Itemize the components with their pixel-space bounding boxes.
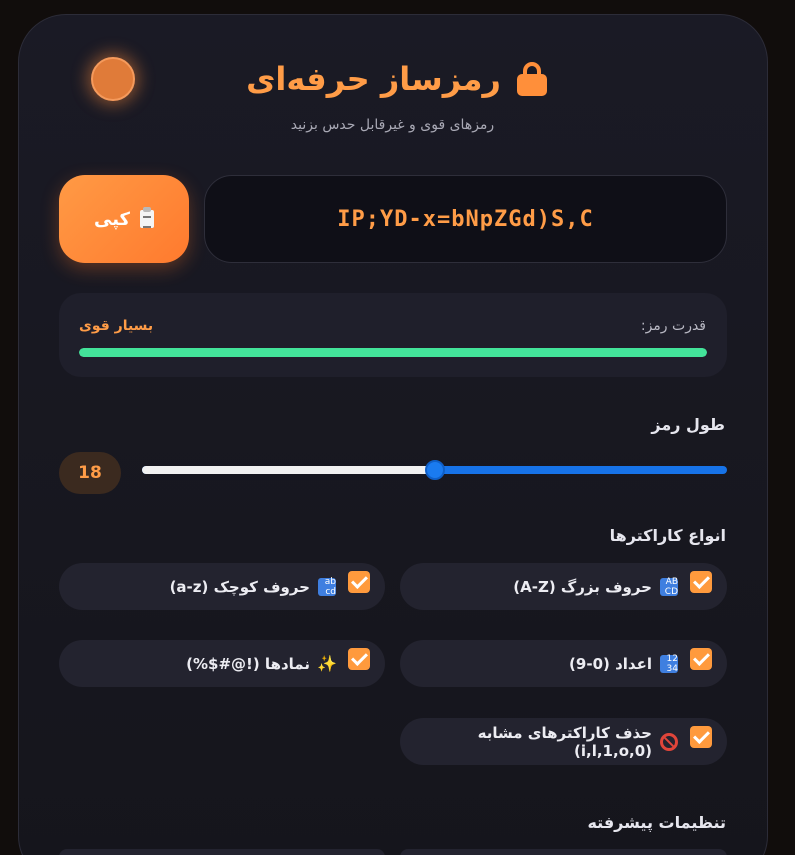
strength-value: بسیار قوی: [79, 318, 154, 334]
advanced-settings-title: تنظیمات پیشرفته: [587, 813, 726, 832]
clipboard-icon: [140, 207, 155, 228]
strength-label: قدرت رمز:: [640, 318, 706, 334]
option-exclude-similar[interactable]: حذف کاراکترهای مشابه (i,l,1,o,0): [400, 718, 727, 765]
strength-panel: قدرت رمز: بسیار قوی: [59, 293, 727, 377]
length-slider[interactable]: [142, 460, 727, 480]
numbers-checkbox[interactable]: [690, 647, 712, 670]
char-types-title: انواع کاراکترها: [609, 526, 726, 545]
option-label: اعداد (0-9): [569, 654, 652, 673]
header: رمزساز حرفه‌ای: [0, 60, 795, 98]
symbols-checkbox[interactable]: [348, 647, 370, 670]
lowercase-abcd-icon: ab cd: [318, 577, 336, 597]
option-uppercase[interactable]: AB CD حروف بزرگ (A-Z): [400, 563, 727, 610]
option-lowercase[interactable]: ab cd حروف کوچک (a-z): [59, 563, 385, 610]
password-output[interactable]: IP;YD-x=bNpZGd)S,C: [204, 175, 727, 263]
option-numbers[interactable]: 12 34 اعداد (0-9): [400, 640, 727, 687]
option-label: حروف بزرگ (A-Z): [513, 577, 652, 596]
lock-icon: [515, 62, 549, 96]
copy-button[interactable]: کپی: [59, 175, 189, 263]
no-entry-icon: [660, 732, 678, 751]
advanced-option-peek: [400, 849, 727, 855]
copy-button-label: کپی: [93, 208, 131, 230]
strength-bar-fill: [79, 348, 707, 357]
lowercase-checkbox[interactable]: [348, 570, 370, 593]
option-label: حروف کوچک (a-z): [169, 577, 310, 596]
slider-thumb[interactable]: [424, 460, 445, 480]
page-title: رمزساز حرفه‌ای: [246, 60, 501, 98]
strength-bar: [79, 348, 707, 357]
length-title: طول رمز: [651, 415, 725, 434]
option-label: نمادها (!@#$%): [186, 654, 310, 673]
advanced-option-peek: [59, 849, 385, 855]
page-subtitle: رمزهای قوی و غیرقابل حدس بزنید: [290, 117, 495, 133]
option-symbols[interactable]: ✨ نمادها (!@#$%): [59, 640, 385, 687]
length-value-badge: 18: [59, 452, 121, 494]
uppercase-abcd-icon: AB CD: [660, 577, 678, 597]
uppercase-checkbox[interactable]: [690, 570, 712, 593]
numbers-1234-icon: 12 34: [660, 654, 678, 674]
exclude-similar-checkbox[interactable]: [690, 725, 712, 748]
slider-filled-track: [142, 466, 435, 474]
sparkles-icon: ✨: [317, 654, 337, 673]
option-label: حذف کاراکترهای مشابه (i,l,1,o,0): [477, 723, 652, 760]
